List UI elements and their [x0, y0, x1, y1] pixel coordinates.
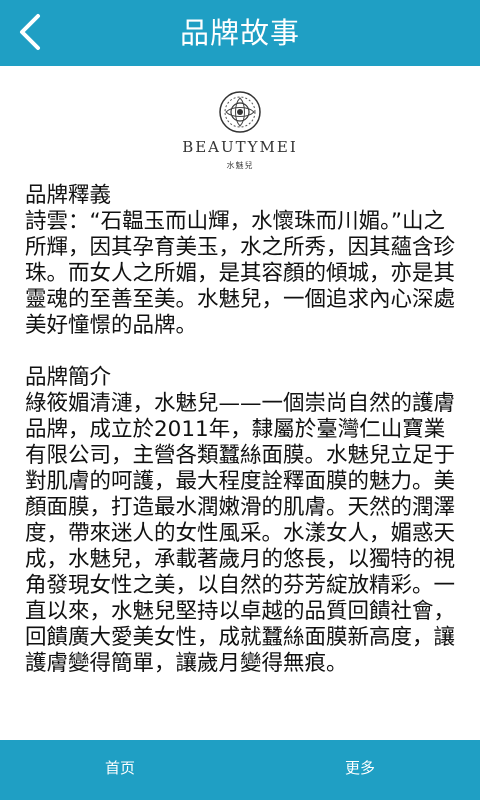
logo-brand-name: BEAUTYMEI [182, 138, 298, 156]
section-brand-intro: 品牌簡介 綠筱媚清漣，水魅兒——一個崇尚自然的護膚品牌，成立於2011年，隸屬於… [25, 365, 460, 677]
section-text: 詩雲：“石韞玉而山輝，水懷珠而川媚。”山之所輝，因其孕育美玉，水之所秀，因其蘊含… [25, 209, 456, 338]
section-heading: 品牌釋義 [25, 183, 112, 208]
logo-emblem-icon [219, 91, 261, 133]
section-brand-meaning: 品牌釋義 詩雲：“石韞玉而山輝，水懷珠而川媚。”山之所輝，因其孕育美玉，水之所秀… [25, 183, 460, 339]
app-screen: 品牌故事 BEAUTYMEI 水魅兒 品牌釋義 詩雲：“石韞玉而山輝，水懷珠而川… [0, 0, 480, 800]
content-area[interactable]: BEAUTYMEI 水魅兒 品牌釋義 詩雲：“石韞玉而山輝，水懷珠而川媚。”山之… [0, 66, 480, 740]
article-body: 品牌釋義 詩雲：“石韞玉而山輝，水懷珠而川媚。”山之所輝，因其孕育美玉，水之所秀… [25, 183, 460, 677]
section-text: 綠筱媚清漣，水魅兒——一個崇尚自然的護膚品牌，成立於2011年，隸屬於臺灣仁山寶… [25, 391, 456, 676]
tab-more[interactable]: 更多 [240, 740, 480, 800]
section-heading: 品牌簡介 [25, 365, 112, 390]
bottom-tab-bar: 首页 更多 [0, 740, 480, 800]
header-bar: 品牌故事 [0, 0, 480, 66]
page-title: 品牌故事 [179, 16, 300, 50]
tab-home[interactable]: 首页 [0, 740, 240, 800]
logo-brand-subtitle: 水魅兒 [226, 161, 254, 170]
